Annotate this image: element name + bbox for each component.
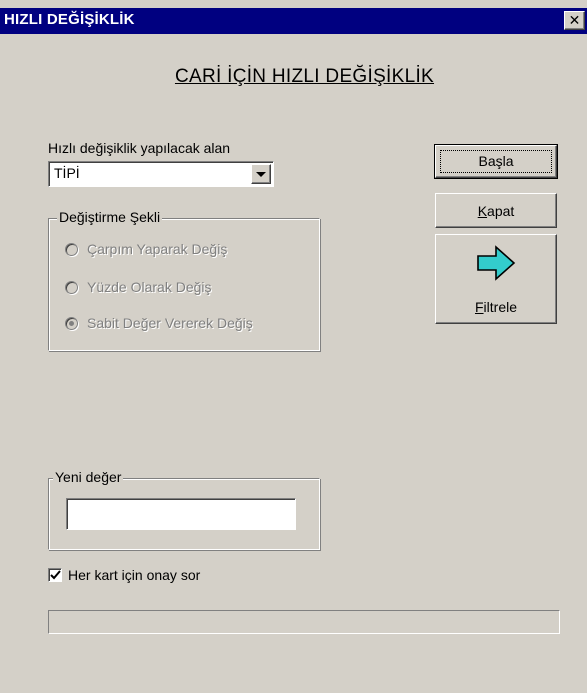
radio-fixed-value[interactable]: Sabit Değer Vererek Değiş <box>65 315 253 331</box>
start-button-label: Başla <box>478 153 514 169</box>
field-select-value: TİPİ <box>54 165 80 181</box>
change-method-legend: Değiştirme Şekli <box>57 209 163 225</box>
field-select-dropdown[interactable]: TİPİ <box>48 161 274 187</box>
radio-percent[interactable]: Yüzde Olarak Değiş <box>65 279 212 295</box>
radio-multiply-label: Çarpım Yaparak Değiş <box>87 241 228 257</box>
field-select-label: Hızlı değişiklik yapılacak alan <box>48 140 231 156</box>
title-bar: HIZLI DEĞİŞİKLİK ✕ <box>0 8 587 34</box>
progress-bar <box>48 610 560 634</box>
radio-button[interactable] <box>65 280 78 294</box>
change-method-group: Değiştirme Şekli Çarpım Yaparak Değiş Yü… <box>48 209 320 351</box>
heading-text: CARİ İÇİN HIZLI DEĞİŞİKLİK <box>174 66 435 87</box>
window-title: HIZLI DEĞİŞİKLİK <box>4 11 135 28</box>
close-button[interactable]: Kapat <box>435 193 557 228</box>
filter-button-label: Filtrele <box>474 299 518 315</box>
dialog-heading: CARİ İÇİN HIZLI DEĞİŞİKLİK <box>0 66 587 88</box>
radio-multiply[interactable]: Çarpım Yaparak Değiş <box>65 241 227 257</box>
arrow-right-icon <box>477 245 516 281</box>
new-value-legend: Yeni değer <box>53 469 124 485</box>
close-icon: ✕ <box>568 12 581 28</box>
filter-button[interactable]: Filtrele <box>435 234 557 324</box>
confirm-checkbox[interactable] <box>48 568 62 582</box>
radio-percent-label: Yüzde Olarak Değiş <box>87 279 212 295</box>
radio-button-selected[interactable] <box>65 316 78 330</box>
confirm-checkbox-label: Her kart için onay sor <box>68 567 201 583</box>
radio-fixed-value-label: Sabit Değer Vererek Değiş <box>87 315 253 331</box>
new-value-input[interactable] <box>66 498 296 530</box>
close-window-button[interactable]: ✕ <box>564 11 585 30</box>
close-button-label: Kapat <box>477 203 515 219</box>
radio-button[interactable] <box>65 242 78 256</box>
checkmark-icon <box>50 570 61 580</box>
chevron-down-icon[interactable] <box>251 164 271 184</box>
start-button[interactable]: Başla <box>434 144 558 179</box>
